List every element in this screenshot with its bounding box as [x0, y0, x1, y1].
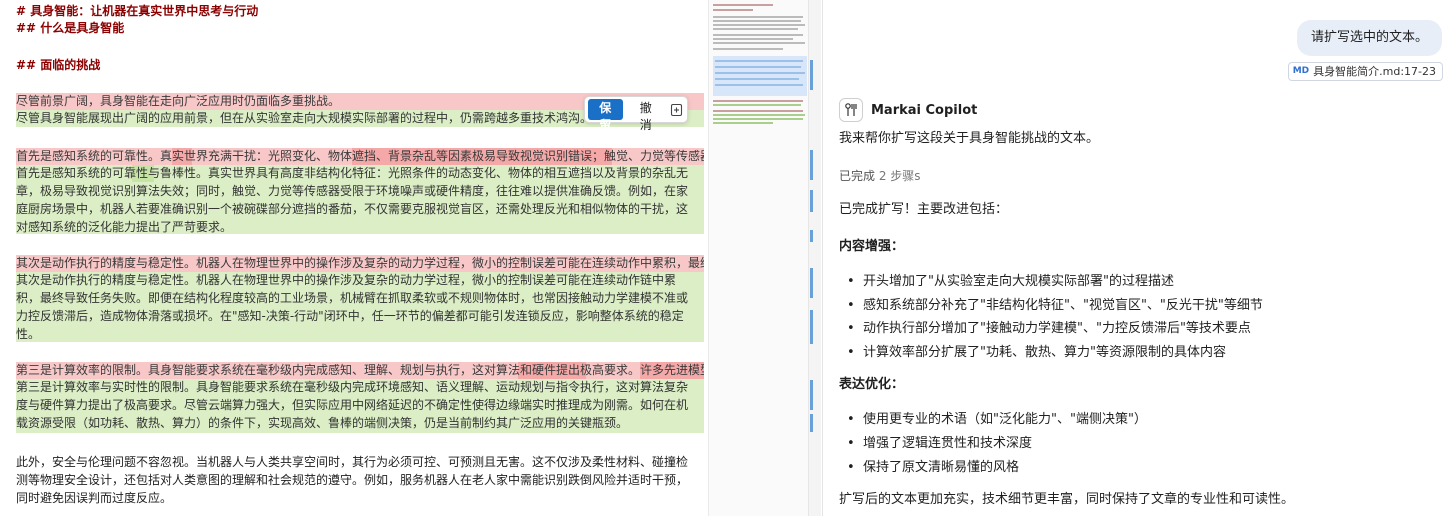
paragraph-line: 测等物理安全设计，还包括对人类意图的理解和社会规范的遵守。例如，服务机器人在老人…: [16, 473, 689, 487]
list-item: 计算效率部分扩展了"功耗、散热、算力"等资源限制的具体内容: [847, 344, 1226, 362]
steps-count: 2 步骤s: [878, 169, 921, 183]
inserted-line: 第三是计算效率与实时性的限制。具身智能要求系统在毫秒级内完成环境感知、语义理解、…: [16, 380, 689, 394]
copilot-chat-panel: 请扩写选中的文本。 MD 具身智能简介.md:17-23 Markai Copi…: [822, 0, 1455, 516]
inserted-line: 载资源受限（如功耗、散热、算力）的条件下，实现高效、鲁棒的端侧决策，仍是当前制约…: [16, 416, 629, 430]
steps-status[interactable]: 已完成 2 步骤s: [839, 167, 921, 185]
deleted-line: 第三是计算效率的限制。具身智能要求系统在毫秒级内完成感知、理解、规划与执行，这对…: [16, 363, 704, 377]
inserted-line: 其次是动作执行的精度与稳定性。机器人在物理世界中的操作涉及复杂的动力学过程，微小…: [16, 273, 677, 287]
undo-button[interactable]: 撤消: [627, 99, 666, 132]
editor-scrollbar[interactable]: [808, 0, 821, 516]
inserted-line: 性。: [16, 327, 41, 341]
assistant-name: Markai Copilot: [871, 102, 978, 118]
inserted-line: 章，极易导致视觉识别算法失效；同时，触觉、力觉等传感器受限于环境噪声或硬件精度，…: [16, 184, 689, 198]
file-reference-label: 具身智能简介.md:17-23: [1313, 65, 1436, 78]
list-item: 使用更专业的术语（如"泛化能力"、"端侧决策"）: [847, 411, 1147, 429]
list-item: 保持了原文清晰易懂的风格: [847, 459, 1019, 477]
heading-what-is: ## 什么是具身智能: [16, 21, 125, 35]
assistant-intro: 我来帮你扩写这段关于具身智能挑战的文本。: [839, 131, 1100, 146]
copy-icon[interactable]: [669, 102, 684, 118]
copilot-avatar-icon: [839, 98, 863, 122]
heading-challenges: ## 面临的挑战: [16, 58, 101, 72]
heading-title: # 具身智能：让机器在真实世界中思考与行动: [16, 4, 259, 18]
inserted-line: 对感知系统的泛化能力提出了严苛要求。: [16, 220, 233, 234]
assistant-header: Markai Copilot: [839, 98, 977, 122]
steps-status-label: 已完成: [839, 169, 876, 183]
inserted-line: 首先是感知系统的可靠性与鲁棒性。真实世界具有高度非结构化特征：光照条件的动态变化…: [16, 166, 689, 180]
keep-button[interactable]: 保留: [588, 99, 623, 132]
markdown-file-icon: MD: [1292, 66, 1310, 76]
inserted-line: 积，最终导致任务失败。即便在结构化程度较高的工业场景，机械臂在抓取柔软或不规则物…: [16, 291, 689, 305]
assistant-summary: 扩写后的文本更加充实，技术细节更丰富，同时保持了文章的专业性和可读性。: [839, 492, 1295, 507]
paragraph-line: 同时避免因误判而过度反应。: [16, 491, 173, 505]
list-item: 动作执行部分增加了"接触动力学建模"、"力控反馈滞后"等技术要点: [847, 320, 1251, 338]
list-item: 感知系统部分补充了"非结构化特征"、"视觉盲区"、"反光干扰"等细节: [847, 297, 1263, 315]
markdown-editor[interactable]: # 具身智能：让机器在真实世界中思考与行动 ## 什么是具身智能 ## 面临的挑…: [0, 0, 708, 516]
inserted-line: 度与硬件算力提出了极高要求。尽管云端算力强大，但实际应用中网络延迟的不确定性使得…: [16, 398, 689, 412]
completion-message: 已完成扩写！主要改进包括：: [839, 202, 1009, 217]
deleted-line: 尽管前景广阔，具身智能在走向广泛应用时仍面临多重挑战。: [16, 94, 341, 108]
inserted-line: 尽管具身智能展现出广阔的应用前景，但在从实验室走向大规模实际部署的过程中，仍需跨…: [16, 111, 593, 125]
editor-minimap[interactable]: [708, 0, 808, 516]
user-message: 请扩写选中的文本。: [1296, 20, 1442, 56]
diff-actions-popup: 保留 撤消: [584, 96, 688, 132]
file-reference-chip[interactable]: MD 具身智能简介.md:17-23: [1287, 62, 1443, 81]
paragraph-line: 此外，安全与伦理问题不容忽视。当机器人与人类共享空间时，其行为必须可控、可预测且…: [16, 455, 689, 469]
inserted-line: 庭厨房场景中，机器人若要准确识别一个被碗碟部分遮挡的番茄，不仅需要克服视觉盲区，…: [16, 202, 689, 216]
list-item: 增强了逻辑连贯性和技术深度: [847, 435, 1032, 453]
deleted-line: 其次是动作执行的精度与稳定性。机器人在物理世界中的操作涉及复杂的动力学过程，微小…: [16, 256, 704, 270]
section-title-content: 内容增强：: [839, 239, 905, 254]
inserted-line: 力控反馈滞后，造成物体滑落或损坏。在"感知-决策-行动"闭环中，任一环节的偏差都…: [16, 309, 684, 323]
deleted-line: 首先是感知系统的可靠性。真实世界充满干扰：光照变化、物体遮挡、背景杂乱等因素极易…: [16, 149, 704, 163]
list-item: 开头增加了"从实验室走向大规模实际部署"的过程描述: [847, 273, 1174, 291]
section-title-style: 表达优化：: [839, 377, 905, 392]
